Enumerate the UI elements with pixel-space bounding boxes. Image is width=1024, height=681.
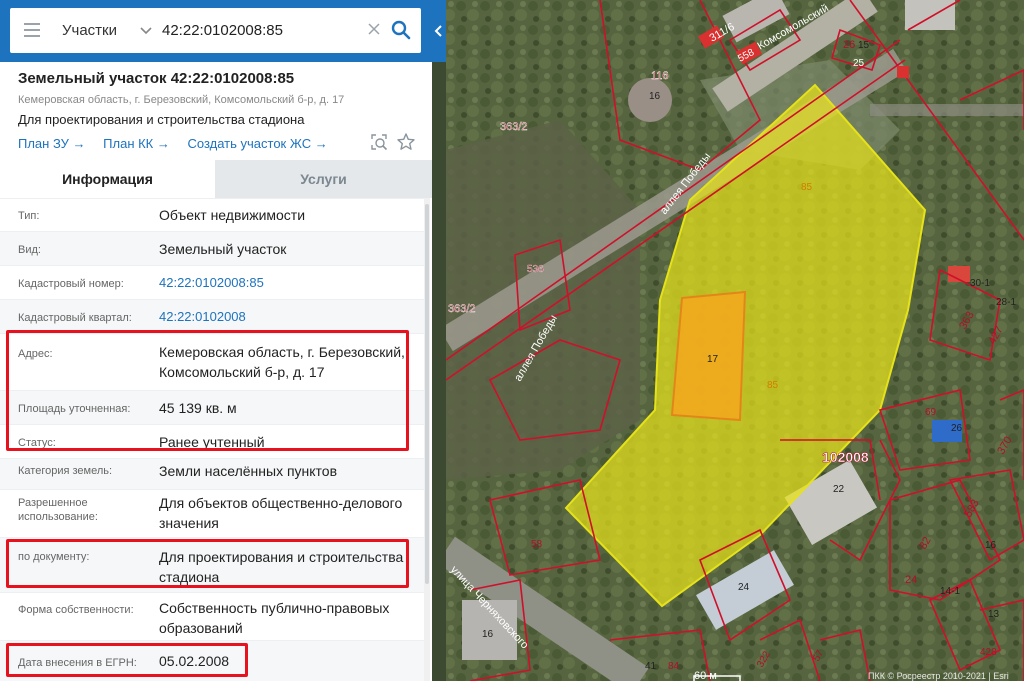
info-row-ownership: Форма собственности: Собственность публи…: [0, 592, 424, 640]
info-label: Разрешенное использование:: [18, 496, 98, 524]
map-label: 58: [531, 539, 543, 550]
map-label: 16: [649, 91, 661, 102]
search-box: Участки: [10, 8, 421, 53]
star-icon[interactable]: [396, 132, 416, 152]
info-row-cadnum: Кадастровый номер: 42:22:0102008:85: [0, 265, 424, 299]
info-row-category: Категория земель: Земли населённых пункт…: [0, 458, 424, 489]
cadastral-quarter-link[interactable]: 42:22:0102008: [159, 307, 419, 327]
map-label: 41: [645, 661, 657, 672]
info-panel: Участки Земельный участок 42:22:0102008:…: [0, 0, 432, 681]
map-label: 428: [980, 647, 997, 658]
map-label: 24: [905, 574, 917, 586]
map-label: 69: [925, 407, 937, 418]
highlight-box-address: [6, 330, 409, 451]
map-label: 84: [668, 661, 680, 672]
info-row-kind: Вид: Земельный участок: [0, 231, 424, 265]
info-value: Земельный участок: [159, 241, 287, 257]
info-tabs: Информация Услуги: [0, 160, 432, 198]
map-edge: [432, 62, 446, 681]
chevron-down-icon[interactable]: [138, 22, 154, 38]
info-value: Для объектов общественно-делового значен…: [159, 493, 419, 533]
info-value: Земли населённых пунктов: [159, 463, 338, 479]
info-value-line: образований: [159, 620, 243, 636]
zoom-to-parcel-icon[interactable]: [370, 133, 388, 151]
map-label: 22: [833, 484, 845, 495]
tab-info[interactable]: Информация: [0, 160, 215, 198]
map-canvas[interactable]: 311/6 558 Комсомольский 26 15 25 116 16 …: [446, 0, 1024, 681]
info-value: Объект недвижимости: [159, 207, 306, 223]
label-marker: [897, 66, 909, 78]
map-label: 26: [843, 39, 855, 51]
info-label: Тип:: [18, 210, 40, 222]
search-input[interactable]: [162, 18, 362, 42]
map-label: 14-1: [940, 586, 960, 597]
map-label: 363/2: [500, 121, 528, 133]
layer-select[interactable]: Участки: [62, 22, 117, 39]
map-label: 116: [651, 70, 669, 82]
copyright-label: ПКК © Росреестр 2010-2021 | Esri: [868, 671, 1009, 681]
map-label: 16: [482, 629, 494, 640]
quarter-label: 102008: [822, 449, 869, 465]
map-label: 30-1: [970, 278, 990, 289]
info-row-permitted-use: Разрешенное использование: Для объектов …: [0, 489, 424, 537]
map-label: 28-1: [996, 297, 1016, 308]
map-label: 26: [951, 423, 963, 434]
map-label: 25: [853, 58, 865, 69]
info-row-quarter: Кадастровый квартал: 42:22:0102008: [0, 299, 424, 333]
building: [905, 0, 955, 30]
cadastral-number-link[interactable]: 42:22:0102008:85: [159, 273, 419, 293]
info-value-line: значения: [159, 515, 219, 531]
page-title: Земельный участок 42:22:0102008:85: [18, 70, 295, 87]
highlight-box-egrn-date: [6, 643, 248, 677]
map-label: 13: [988, 609, 1000, 620]
map-label: 17: [707, 354, 719, 365]
parcel-links: План ЗУ → План КК → Создать участок ЖС →: [18, 136, 342, 151]
map-view[interactable]: 311/6 558 Комсомольский 26 15 25 116 16 …: [446, 0, 1024, 681]
info-label-line: использование:: [18, 511, 98, 523]
info-label: Кадастровый номер:: [18, 278, 124, 290]
chevron-left-icon: [434, 25, 442, 37]
info-label: Категория земель:: [18, 465, 113, 477]
parcel-purpose: Для проектирования и строительства стади…: [18, 112, 305, 127]
map-label: 24: [738, 582, 750, 593]
info-label: Кадастровый квартал:: [18, 312, 132, 324]
map-label: 85: [801, 182, 813, 193]
search-icon: [391, 20, 411, 40]
plan-zu-link[interactable]: План ЗУ →: [18, 136, 86, 151]
collapse-panel-button[interactable]: [432, 0, 446, 62]
search-button[interactable]: [387, 16, 415, 44]
create-parcel-link[interactable]: Создать участок ЖС →: [188, 136, 328, 151]
search-bar: Участки: [0, 0, 432, 62]
info-value-line: Собственность публично-правовых: [159, 600, 390, 616]
tab-services[interactable]: Услуги: [215, 160, 432, 198]
map-label: 85: [767, 380, 779, 391]
map-label: 363/2: [448, 303, 476, 315]
map-label: 536: [527, 264, 544, 275]
info-label-line: Разрешенное: [18, 497, 88, 509]
info-label: Вид:: [18, 244, 41, 256]
info-value-line: Для объектов общественно-делового: [159, 495, 403, 511]
info-value: Собственность публично-правовых образова…: [159, 598, 419, 638]
info-row-type: Тип: Объект недвижимости: [0, 198, 424, 231]
scrollbar-thumb[interactable]: [425, 204, 429, 584]
highlight-box-document: [6, 539, 409, 588]
close-icon[interactable]: [367, 22, 381, 36]
map-label: 15: [858, 40, 870, 51]
info-label: Форма собственности:: [18, 604, 134, 616]
scrollbar[interactable]: [424, 198, 430, 681]
menu-icon[interactable]: [24, 23, 40, 37]
map-label: 16: [985, 540, 997, 551]
plan-kk-link[interactable]: План КК →: [103, 136, 170, 151]
parcel-address: Кемеровская область, г. Березовский, Ком…: [18, 94, 345, 106]
